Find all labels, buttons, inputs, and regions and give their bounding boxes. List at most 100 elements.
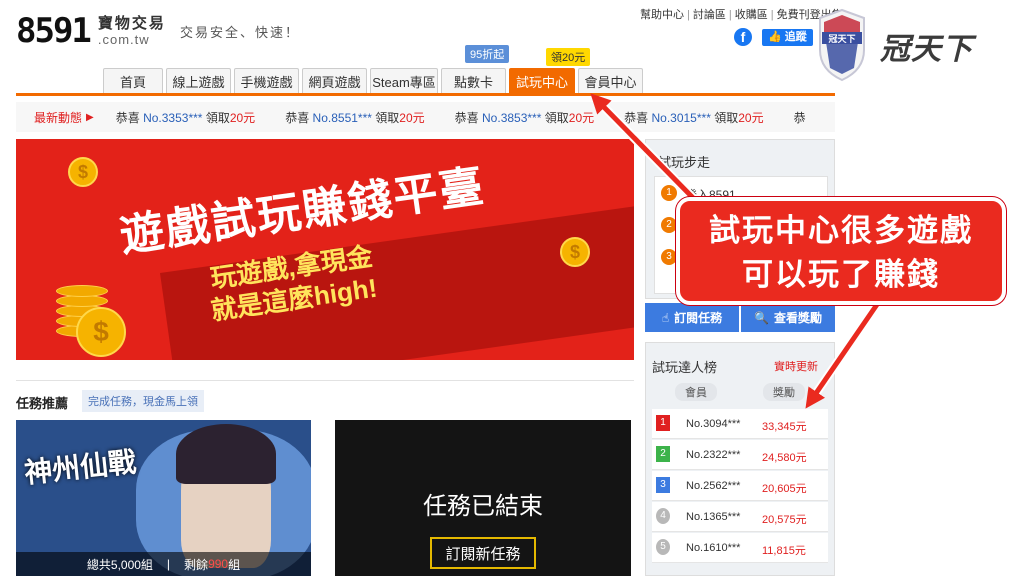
- remain-unit: 組: [228, 557, 241, 572]
- remain-count: 990: [208, 557, 229, 571]
- slogan: 交易安全、快速！: [180, 26, 301, 41]
- subscribe-task-button[interactable]: ☝ 訂閱任務: [645, 303, 739, 332]
- section-divider: [16, 380, 634, 381]
- crest-text: 冠天下: [828, 34, 855, 44]
- coin-icon: $: [560, 237, 590, 267]
- ticker-no: No.3853***: [482, 110, 542, 125]
- remain-label: 剩餘: [184, 557, 209, 572]
- check-reward-button[interactable]: 🔍 查看獎勵: [741, 303, 835, 332]
- facebook-icon[interactable]: f: [734, 28, 752, 46]
- col-member: 會員: [675, 383, 717, 401]
- ticker-item: 恭喜 No.8551*** 領取20元: [285, 109, 424, 126]
- game-title: 神州仙戰: [22, 445, 138, 490]
- total-count: 總共5,000組: [86, 557, 153, 572]
- ticker-mid: 領取: [205, 110, 230, 125]
- site-logo[interactable]: 8591 寶物交易 .com.tw: [16, 14, 166, 48]
- ticker-mid: 領取: [544, 110, 569, 125]
- member-no: No.2322***: [686, 449, 741, 461]
- task-ended-text: 任務已結束: [423, 493, 543, 520]
- tab-home[interactable]: 首頁: [103, 68, 163, 94]
- coin-stack-icon: [56, 285, 108, 297]
- task-section-tag: 完成任務，現金馬上領: [82, 390, 204, 412]
- ticker-amount: 20元: [399, 110, 425, 125]
- tab-steam[interactable]: Steam專區: [370, 68, 438, 94]
- follow-button[interactable]: 👍 追蹤: [762, 29, 813, 46]
- ticker-prefix: 恭喜: [285, 110, 310, 125]
- leaderboard-row: 3 No.2562*** 20,605元: [652, 471, 828, 501]
- task-card-ended: 任務已結束 訂閱新任務: [335, 420, 631, 576]
- leaderboard-row: 2 No.2322*** 24,580元: [652, 440, 828, 470]
- member-no: No.1610***: [686, 542, 741, 554]
- help-center-link[interactable]: 幫助中心: [640, 9, 684, 21]
- rank-circle-icon: 4: [656, 508, 670, 524]
- ticker-item: 恭: [794, 109, 806, 126]
- realtime-update-label: 實時更新: [774, 361, 818, 373]
- ticker-no: No.3353***: [143, 110, 203, 125]
- hand-pointer-icon: ☝: [661, 310, 670, 325]
- leaderboard-panel: 試玩達人榜 實時更新 會員 獎勵 1 No.3094*** 33,345元 2 No.…: [645, 342, 835, 576]
- tab-mobile-games[interactable]: 手機遊戲: [234, 68, 299, 94]
- reward-amount: 11,815元: [762, 545, 806, 557]
- step-number: 1: [661, 185, 677, 201]
- quota-separator: |: [166, 557, 171, 571]
- character-hair: [176, 424, 276, 484]
- rank-flag-icon: 2: [656, 446, 670, 462]
- steps-title: 試玩步走: [658, 155, 711, 170]
- tab-trial-center[interactable]: 試玩中心: [509, 68, 575, 94]
- tab-web-games[interactable]: 網頁遊戲: [302, 68, 367, 94]
- play-arrow-icon: ▶: [86, 111, 94, 123]
- task-section-title: 任務推薦: [16, 396, 69, 411]
- nav-underline: [16, 93, 835, 96]
- ticker-amount: 20元: [738, 110, 764, 125]
- rank-flag-icon: 1: [656, 415, 670, 431]
- ticker-prefix: 恭喜: [115, 110, 140, 125]
- callout-line2: 可以玩了賺錢: [742, 257, 940, 292]
- search-icon: 🔍: [754, 310, 769, 325]
- promo-banner[interactable]: $ $ $ 遊戲試玩賺錢平臺 玩遊戲,拿現金 就是這麼high!: [16, 139, 634, 360]
- crest-logo-icon: 冠天下: [819, 8, 865, 82]
- check-reward-label: 查看獎勵: [773, 311, 822, 325]
- reward-amount: 20,605元: [762, 483, 807, 495]
- coin-icon: $: [68, 157, 98, 187]
- leaderboard-header: 會員 獎勵: [652, 383, 828, 405]
- leaderboard-row: 4 No.1365*** 20,575元: [652, 502, 828, 532]
- member-no: No.2562***: [686, 480, 741, 492]
- ticker-amount: 20元: [568, 110, 595, 125]
- follow-label: 追蹤: [784, 31, 807, 43]
- step-number: 3: [661, 249, 677, 265]
- rank-circle-icon: 5: [656, 539, 670, 555]
- step-number: 2: [661, 217, 677, 233]
- reward-amount: 24,580元: [762, 452, 807, 464]
- ticker-prefix: 恭喜: [454, 110, 479, 125]
- ticker-item: 恭喜 No.3353*** 領取20元: [116, 109, 255, 126]
- tab-point-cards[interactable]: 點數卡: [441, 68, 506, 94]
- logo-text-top: 寶物交易: [97, 15, 166, 32]
- news-ticker: 最新動態 ▶ 恭喜 No.3353*** 領取20元 恭喜 No.8551***…: [16, 102, 835, 132]
- col-reward: 獎勵: [763, 383, 805, 401]
- top-links: 幫助中心 | 討論區 | 收購區 | 免費刊登出售: [640, 9, 843, 21]
- ticker-label: 最新動態: [34, 110, 83, 125]
- logo-number: 8591: [16, 11, 92, 51]
- subscribe-new-task-button[interactable]: 訂閱新任務: [430, 537, 536, 569]
- tab-online-games[interactable]: 線上遊戲: [166, 68, 231, 94]
- member-no: No.3094***: [686, 418, 741, 430]
- ticker-no: No.8551***: [312, 110, 372, 125]
- annotation-callout: 試玩中心很多遊戲 可以玩了賺錢: [676, 197, 1006, 305]
- reward-amount: 33,345元: [762, 421, 807, 433]
- watermark-brand: 冠天下: [880, 33, 973, 66]
- rank-flag-icon: 3: [656, 477, 670, 493]
- ticker-no: No.3015***: [651, 110, 711, 125]
- leaderboard-row: 1 No.3094*** 33,345元: [652, 409, 828, 439]
- task-card-game[interactable]: 神州仙戰 總共5,000組 | 剩餘 990 組: [16, 420, 311, 576]
- ticker-mid: 領取: [714, 110, 739, 125]
- tab-member-center[interactable]: 會員中心: [578, 68, 643, 94]
- reward-amount: 20,575元: [762, 514, 807, 526]
- big-coin-icon: $: [76, 307, 126, 357]
- subscribe-label: 訂閱任務: [674, 311, 723, 325]
- ticker-item: 恭喜 No.3853*** 領取20元: [455, 109, 594, 126]
- ticker-mid: 領取: [375, 110, 400, 125]
- buy-area-link[interactable]: 收購區: [735, 9, 768, 21]
- logo-text-bottom: .com.tw: [97, 32, 150, 47]
- forum-link[interactable]: 討論區: [693, 9, 726, 21]
- ticker-prefix: 恭喜: [624, 110, 649, 125]
